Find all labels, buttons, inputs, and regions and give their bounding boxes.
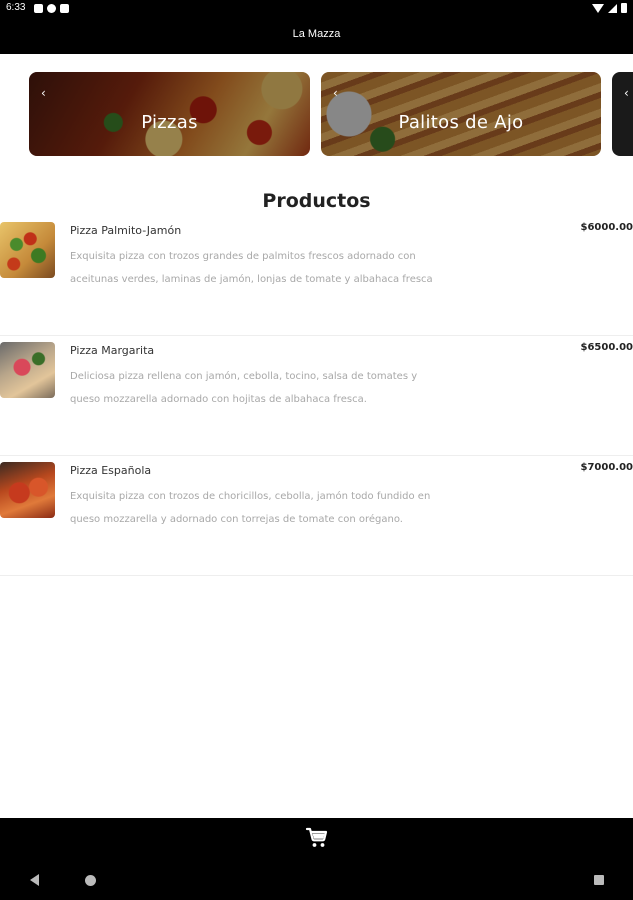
product-name: Pizza Española (70, 464, 152, 477)
battery-icon (621, 3, 627, 13)
shopping-cart-icon[interactable] (305, 826, 329, 850)
product-description: Exquisita pizza con trozos de choricillo… (70, 491, 431, 525)
product-price: $6500.00 (580, 342, 633, 353)
status-bar: 6:33 (0, 0, 633, 18)
system-nav-bar (0, 860, 633, 900)
product-name: Pizza Margarita (70, 344, 155, 357)
storage-notification-icon (60, 4, 69, 13)
product-image (0, 462, 55, 518)
product-description: Deliciosa pizza rellena con jamón, cebol… (70, 371, 418, 405)
app-notification-icon (47, 4, 56, 13)
product-description: Exquisita pizza con trozos grandes de pa… (70, 251, 433, 285)
bottom-cart-bar (0, 818, 633, 860)
recents-icon[interactable] (594, 875, 604, 885)
product-item[interactable]: Pizza Palmito-Jamón Exquisita pizza con … (0, 218, 633, 336)
chevron-left-icon: ‹ (624, 86, 629, 100)
category-card-partial[interactable]: ‹ (612, 72, 633, 156)
app-title: La Mazza (292, 28, 341, 40)
category-carousel[interactable]: ‹ Pizzas ‹ Palitos de Ajo ‹ (0, 54, 633, 174)
signal-icon (608, 3, 617, 13)
product-image (0, 342, 55, 398)
back-icon[interactable] (30, 874, 39, 886)
category-card-palitos-de-ajo[interactable]: ‹ Palitos de Ajo (321, 72, 601, 156)
chevron-left-icon: ‹ (41, 86, 46, 100)
status-time: 6:33 (6, 2, 26, 13)
category-label: Pizzas (141, 112, 198, 133)
chevron-left-icon: ‹ (333, 86, 338, 100)
product-price: $7000.00 (580, 462, 633, 473)
product-item[interactable]: Pizza Margarita Deliciosa pizza rellena … (0, 338, 633, 456)
home-icon[interactable] (85, 875, 96, 886)
wifi-icon (592, 3, 604, 13)
category-card-pizzas[interactable]: ‹ Pizzas (29, 72, 310, 156)
product-item[interactable]: Pizza Española Exquisita pizza con trozo… (0, 458, 633, 576)
notification-icon (34, 4, 43, 13)
system-icons (592, 3, 627, 13)
category-label: Palitos de Ajo (398, 112, 524, 133)
section-title: Productos (262, 190, 371, 212)
product-price: $6000.00 (580, 222, 633, 233)
product-name: Pizza Palmito-Jamón (70, 224, 182, 237)
product-image (0, 222, 55, 278)
app-bar: La Mazza (0, 18, 633, 54)
notification-icons (34, 4, 69, 13)
